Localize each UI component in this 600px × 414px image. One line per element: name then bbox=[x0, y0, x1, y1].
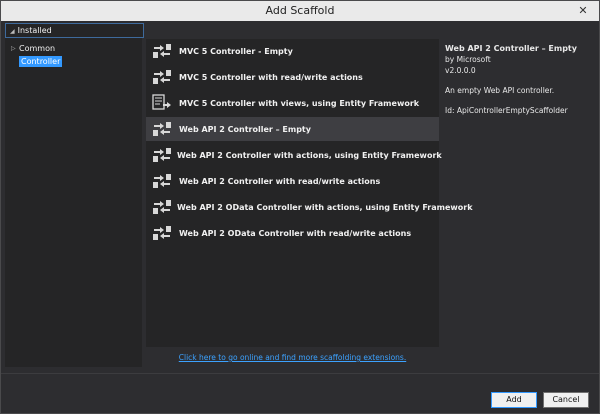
scaffold-item[interactable]: MVC 5 Controller with views, using Entit… bbox=[146, 91, 439, 115]
scaffold-item[interactable]: MVC 5 Controller - Empty bbox=[146, 39, 439, 63]
scaffold-item[interactable]: Web API 2 Controller with read/write act… bbox=[146, 169, 439, 193]
category-pane: ◢ Installed ▷ Common Controller bbox=[5, 23, 144, 367]
scaffold-item-label: Web API 2 Controller – Empty bbox=[179, 124, 311, 134]
add-scaffold-dialog: Add Scaffold ✕ ◢ Installed ▷ Common Contr… bbox=[0, 0, 600, 414]
details-id: Id: ApiControllerEmptyScaffolder bbox=[445, 106, 568, 115]
add-button[interactable]: Add bbox=[491, 392, 537, 408]
online-extensions-link[interactable]: Click here to go online and find more sc… bbox=[179, 353, 406, 362]
tree-item-label: Common bbox=[19, 44, 56, 53]
expand-caret-icon[interactable]: ▷ bbox=[11, 43, 19, 55]
scaffold-item-label: Web API 2 Controller with read/write act… bbox=[179, 176, 381, 186]
controller-icon bbox=[151, 146, 173, 164]
controller-icon bbox=[151, 42, 175, 60]
controller-icon bbox=[151, 120, 175, 138]
cancel-button[interactable]: Cancel bbox=[543, 392, 589, 408]
details-pane: Web API 2 Controller – Empty by Microsof… bbox=[445, 43, 595, 116]
scaffold-item[interactable]: Web API 2 OData Controller with actions,… bbox=[146, 195, 473, 219]
tree-item-label: Controller bbox=[19, 55, 63, 67]
controller-views-icon bbox=[151, 94, 175, 112]
tree-item-common[interactable]: ▷ Common bbox=[11, 43, 62, 55]
details-description: An empty Web API controller. bbox=[445, 86, 555, 95]
details-title: Web API 2 Controller – Empty bbox=[445, 44, 577, 53]
controller-icon bbox=[151, 172, 175, 190]
scaffold-item[interactable]: Web API 2 OData Controller with read/wri… bbox=[146, 221, 439, 245]
installed-label: Installed bbox=[17, 26, 52, 35]
scaffold-item-label: MVC 5 Controller with views, using Entit… bbox=[179, 98, 420, 108]
scaffold-item-label: MVC 5 Controller - Empty bbox=[179, 46, 293, 56]
footer: Add Cancel bbox=[1, 374, 599, 413]
scaffold-item[interactable]: Web API 2 Controller – Empty bbox=[146, 117, 439, 141]
window-title: Add Scaffold bbox=[265, 4, 335, 17]
scaffold-item-label: Web API 2 OData Controller with actions,… bbox=[177, 202, 473, 212]
tree-item-controller[interactable]: Controller bbox=[11, 55, 63, 67]
installed-header[interactable]: ◢ Installed bbox=[5, 23, 144, 38]
close-icon: ✕ bbox=[578, 4, 588, 17]
scaffold-item[interactable]: MVC 5 Controller with read/write actions bbox=[146, 65, 439, 89]
title-bar: Add Scaffold ✕ bbox=[1, 1, 599, 21]
controller-icon bbox=[151, 68, 175, 86]
scaffold-item[interactable]: Web API 2 Controller with actions, using… bbox=[146, 143, 442, 167]
close-button[interactable]: ✕ bbox=[573, 3, 593, 19]
controller-icon bbox=[151, 224, 175, 242]
controller-icon bbox=[151, 198, 173, 216]
collapse-caret-icon: ◢ bbox=[10, 28, 15, 35]
online-link-bar: Click here to go online and find more sc… bbox=[146, 353, 439, 367]
details-author: by Microsoft bbox=[445, 55, 491, 64]
scaffold-item-label: Web API 2 OData Controller with read/wri… bbox=[179, 228, 412, 238]
scaffold-list: MVC 5 Controller - Empty MVC 5 Controller… bbox=[146, 39, 473, 347]
scaffold-item-label: Web API 2 Controller with actions, using… bbox=[177, 150, 442, 160]
scaffold-item-label: MVC 5 Controller with read/write actions bbox=[179, 72, 363, 82]
details-version: v2.0.0.0 bbox=[445, 66, 476, 75]
category-tree: ▷ Common Controller bbox=[11, 43, 63, 67]
